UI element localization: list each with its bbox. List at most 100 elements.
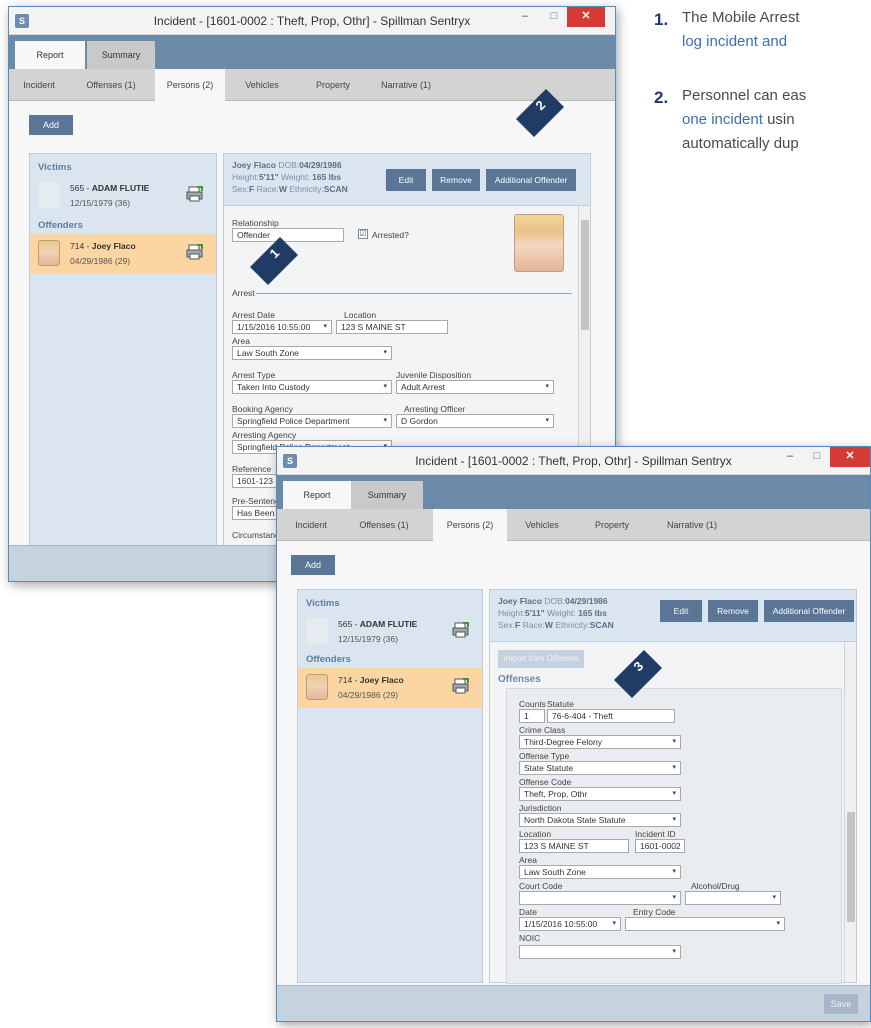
close-button[interactable]: ✕ [830,447,870,467]
remove-button[interactable]: Remove [708,600,758,622]
entry-code-label: Entry Code [633,907,676,917]
arrest-date-field[interactable]: 1/15/2016 10:55:00 ▾ [232,320,332,334]
callout-2-line3: automatically dup [682,135,799,152]
detail-scrollbar[interactable] [844,642,856,982]
offense-code-field[interactable]: Theft, Prop, Othr ▾ [519,787,681,801]
victim-name: 565 - ADAM FLUTIE [70,183,150,193]
offender-row[interactable]: 714 - Joey Flaco 04/29/1986 (29) [298,668,482,708]
tab-persons[interactable]: Persons (2) [155,69,225,102]
tab-vehicles[interactable]: Vehicles [511,509,573,541]
court-code-field[interactable]: ▾ [519,891,681,905]
save-button[interactable]: Save [824,994,858,1014]
callout-2-line2: one incident usin [682,108,806,132]
offender-photo-icon [38,240,60,266]
minimize-button[interactable]: – [778,447,802,467]
court-code-label: Court Code [519,881,563,891]
edit-button[interactable]: Edit [660,600,702,622]
printer-icon[interactable] [186,244,204,260]
edit-button[interactable]: Edit [386,169,426,191]
tab-offenses[interactable]: Offenses (1) [79,69,143,101]
persons-list-panel: Victims 565 - ADAM FLUTIE 12/15/1979 (36… [297,589,483,983]
person-header-line2: Height:5'11" Weight: 165 lbs [232,172,341,182]
maximize-button[interactable]: □ [543,7,565,27]
victim-row[interactable]: 565 - ADAM FLUTIE 12/15/1979 (36) [30,176,216,216]
close-button[interactable]: ✕ [567,7,605,27]
arrested-label: Arrested? [372,230,409,240]
tab-property[interactable]: Property [581,509,643,541]
scrollbar-thumb[interactable] [847,812,855,922]
remove-button[interactable]: Remove [432,169,480,191]
tab-narrative[interactable]: Narrative (1) [655,509,729,541]
persons-body: Add Victims 565 - ADAM FLUTIE 12/15/1979… [277,541,870,985]
juvenile-disposition-field[interactable]: Adult Arrest ▾ [396,380,554,394]
offender-name: 714 - Joey Flaco [70,241,136,251]
arresting-officer-field[interactable]: D Gordon ▾ [396,414,554,428]
offense-area-field[interactable]: Law South Zone ▾ [519,865,681,879]
area-field[interactable]: Law South Zone ▾ [232,346,392,360]
offense-date-field[interactable]: 1/15/2016 10:55:00 ▾ [519,917,621,931]
offense-location-field[interactable]: 123 S MAINE ST [519,839,629,853]
person-header-line2: Height:5'11" Weight: 165 lbs [498,608,607,618]
arresting-agency-label: Arresting Agency [232,430,297,440]
counts-field[interactable]: 1 [519,709,545,723]
tab-report[interactable]: Report [15,41,85,69]
printer-icon[interactable] [186,186,204,202]
offense-date-label: Date [519,907,537,917]
scrollbar-thumb[interactable] [581,220,589,330]
additional-offender-button[interactable]: Additional Offender [764,600,854,622]
offender-name: 714 - Joey Flaco [338,675,404,685]
tab-persons[interactable]: Persons (2) [433,509,507,542]
maximize-button[interactable]: □ [806,447,828,467]
offender-row[interactable]: 714 - Joey Flaco 04/29/1986 (29) [30,234,216,274]
arrest-type-field[interactable]: Taken Into Custody ▾ [232,380,392,394]
crime-class-label: Crime Class [519,725,566,735]
offenses-heading: Offenses [498,674,541,685]
callout-1-line1: The Mobile Arrest [682,9,800,26]
person-silhouette-icon [38,182,60,208]
location-label: Location [344,310,377,320]
offense-entry: Counts Statute 1 76-6-404 - Theft Crime … [506,688,842,984]
arrested-checkbox[interactable]: ☑ [358,229,368,239]
additional-offender-button[interactable]: Additional Offender [486,169,576,191]
jurisdiction-field[interactable]: North Dakota State Statute ▾ [519,813,681,827]
add-button[interactable]: Add [29,115,73,135]
alcohol-drug-label: Alcohol/Drug [691,881,740,891]
incident-id-field[interactable]: 1601-0002 [635,839,685,853]
tab-incident[interactable]: Incident [281,509,341,541]
reference-label: Reference [232,464,272,474]
title-bar: S Incident - [1601-0002 : Theft, Prop, O… [9,7,615,35]
tab-vehicles[interactable]: Vehicles [235,69,289,101]
statute-label: Statute [547,699,574,709]
arrest-date-label: Arrest Date [232,310,275,320]
add-button[interactable]: Add [291,555,335,575]
booking-agency-label: Booking Agency [232,404,293,414]
offense-type-field[interactable]: State Statute ▾ [519,761,681,775]
tab-offenses[interactable]: Offenses (1) [347,509,421,541]
callout-1-line2: log incident and [682,33,788,50]
person-header: Joey Flaco DOB:04/29/1986 Height:5'11" W… [224,154,590,206]
alcohol-drug-field[interactable]: ▾ [685,891,781,905]
tab-narrative[interactable]: Narrative (1) [371,69,441,101]
booking-agency-field[interactable]: Springfield Police Department ▾ [232,414,392,428]
tab-summary[interactable]: Summary [87,41,155,69]
victims-heading: Victims [306,598,340,609]
tab-report[interactable]: Report [283,481,351,509]
person-header-line3: Sex:F Race:W Ethnicity:SCAN [498,620,614,630]
statute-field[interactable]: 76-6-404 - Theft [547,709,675,723]
location-field[interactable]: 123 S MAINE ST [336,320,448,334]
noic-field[interactable]: ▾ [519,945,681,959]
import-from-offenses-button[interactable]: Import from Offenses Tab [498,650,584,681]
victim-row[interactable]: 565 - ADAM FLUTIE 12/15/1979 (36) [298,612,482,652]
tab-incident[interactable]: Incident [13,69,65,101]
person-header-line3: Sex:F Race:W Ethnicity:SCAN [232,184,348,194]
sub-tab-bar: Incident Offenses (1) Persons (2) Vehicl… [277,509,870,542]
printer-icon[interactable] [452,622,470,638]
offender-dob: 04/29/1986 (29) [70,256,131,266]
tab-summary[interactable]: Summary [351,481,423,509]
minimize-button[interactable]: – [513,7,537,27]
arrest-section-label: Arrest [232,288,255,298]
entry-code-field[interactable]: ▾ [625,917,785,931]
crime-class-field[interactable]: Third-Degree Felony ▾ [519,735,681,749]
tab-property[interactable]: Property [305,69,361,101]
printer-icon[interactable] [452,678,470,694]
